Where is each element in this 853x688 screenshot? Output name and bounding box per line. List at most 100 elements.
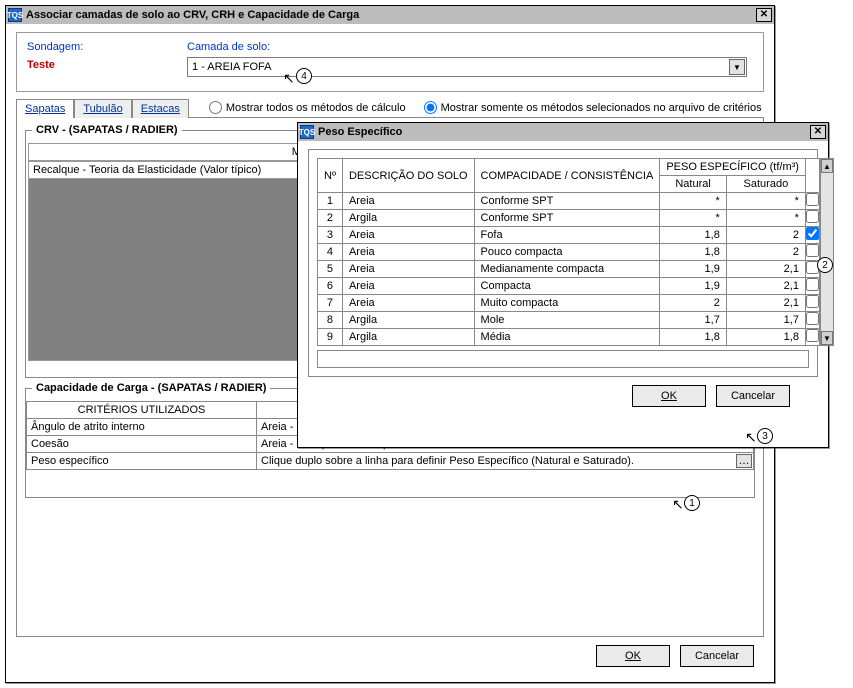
peso-row[interactable]: 8ArgilaMole1,71,7: [318, 312, 820, 329]
radio-show-selected-input[interactable]: [424, 101, 437, 114]
criteria-row-peso[interactable]: Peso específico Clique duplo sobre a lin…: [27, 453, 754, 470]
peso-cell-desc: Areia: [342, 278, 474, 295]
peso-row-checkbox[interactable]: [806, 227, 819, 240]
peso-row-checkbox[interactable]: [806, 312, 819, 325]
peso-cell-nat: 1,8: [660, 329, 727, 346]
col-comp: COMPACIDADE / CONSISTÊNCIA: [474, 159, 660, 193]
peso-cell-comp: Fofa: [474, 227, 660, 244]
peso-cell-chk[interactable]: [805, 193, 819, 210]
peso-scrollbar[interactable]: ▲ ▼: [820, 158, 834, 346]
peso-table: Nº DESCRIÇÃO DO SOLO COMPACIDADE / CONSI…: [317, 158, 820, 346]
peso-cell-nat: 1,8: [660, 227, 727, 244]
criteria-header: CRITÉRIOS UTILIZADOS: [27, 402, 257, 419]
peso-cell-chk[interactable]: [805, 227, 819, 244]
annotation-3: 3: [757, 428, 773, 444]
peso-cell-sat: 1,7: [726, 312, 805, 329]
peso-close-button[interactable]: ✕: [810, 125, 826, 139]
app-icon: TQS: [300, 125, 314, 139]
peso-cell-sat: *: [726, 210, 805, 227]
peso-footer-input[interactable]: [317, 350, 809, 368]
peso-row-checkbox[interactable]: [806, 210, 819, 223]
peso-ok-label: OK: [661, 390, 677, 402]
peso-row-checkbox[interactable]: [806, 193, 819, 206]
col-sat: Saturado: [726, 176, 805, 193]
main-ok-button[interactable]: OK: [596, 645, 670, 667]
app-icon: TQS: [8, 8, 22, 22]
peso-cell-n: 9: [318, 329, 343, 346]
radio-show-all-input[interactable]: [209, 101, 222, 114]
peso-cell-n: 1: [318, 193, 343, 210]
crit-peso-label: Peso específico: [27, 453, 257, 470]
peso-row-checkbox[interactable]: [806, 278, 819, 291]
peso-cell-desc: Argila: [342, 210, 474, 227]
peso-cell-desc: Areia: [342, 295, 474, 312]
peso-row[interactable]: 7AreiaMuito compacta22,1: [318, 295, 820, 312]
peso-cell-nat: 1,9: [660, 278, 727, 295]
peso-cell-comp: Conforme SPT: [474, 193, 660, 210]
peso-cell-desc: Areia: [342, 261, 474, 278]
peso-cell-chk[interactable]: [805, 295, 819, 312]
peso-cell-n: 2: [318, 210, 343, 227]
peso-row[interactable]: 5AreiaMedianamente compacta1,92,1: [318, 261, 820, 278]
peso-cell-desc: Areia: [342, 193, 474, 210]
peso-row[interactable]: 3AreiaFofa1,82: [318, 227, 820, 244]
main-title: Associar camadas de solo ao CRV, CRH e C…: [26, 9, 756, 21]
main-ok-label: OK: [625, 650, 641, 662]
peso-row[interactable]: 2ArgilaConforme SPT**: [318, 210, 820, 227]
peso-row[interactable]: 4AreiaPouco compacta1,82: [318, 244, 820, 261]
peso-cell-nat: *: [660, 193, 727, 210]
sondagem-panel: Sondagem: Teste Camada de solo: 1 - AREI…: [16, 32, 764, 92]
peso-row-checkbox[interactable]: [806, 295, 819, 308]
peso-cell-desc: Argila: [342, 329, 474, 346]
peso-cell-chk[interactable]: [805, 329, 819, 346]
annotation-1: 1: [684, 495, 700, 511]
col-nat: Natural: [660, 176, 727, 193]
peso-row-checkbox[interactable]: [806, 329, 819, 342]
peso-cell-n: 6: [318, 278, 343, 295]
peso-cell-nat: 1,8: [660, 244, 727, 261]
main-cancel-button[interactable]: Cancelar: [680, 645, 754, 667]
peso-row[interactable]: 1AreiaConforme SPT**: [318, 193, 820, 210]
peso-cancel-button[interactable]: Cancelar: [716, 385, 790, 407]
peso-cell-nat: 1,9: [660, 261, 727, 278]
peso-cell-sat: 2,1: [726, 295, 805, 312]
peso-titlebar: TQS Peso Específico ✕: [298, 123, 828, 141]
scroll-down-icon[interactable]: ▼: [821, 331, 833, 345]
crit-angulo-label: Ângulo de atrito interno: [27, 419, 257, 436]
scroll-up-icon[interactable]: ▲: [821, 159, 833, 173]
peso-cell-sat: 2,1: [726, 278, 805, 295]
camada-dropdown[interactable]: 1 - AREIA FOFA ▼: [187, 57, 747, 77]
peso-cell-chk[interactable]: [805, 312, 819, 329]
radio-show-all-label: Mostrar todos os métodos de cálculo: [226, 102, 406, 114]
peso-cell-n: 3: [318, 227, 343, 244]
radio-show-all[interactable]: Mostrar todos os métodos de cálculo: [209, 101, 406, 114]
main-close-button[interactable]: ✕: [756, 8, 772, 22]
peso-cell-comp: Mole: [474, 312, 660, 329]
tab-tubulao[interactable]: Tubulão: [74, 99, 131, 118]
col-grp: PESO ESPECÍFICO (tf/m³): [660, 159, 806, 176]
peso-cell-sat: *: [726, 193, 805, 210]
peso-ellipsis-button[interactable]: …: [736, 454, 752, 468]
peso-row[interactable]: 9ArgilaMédia1,81,8: [318, 329, 820, 346]
peso-cell-comp: Conforme SPT: [474, 210, 660, 227]
peso-cell-chk[interactable]: [805, 210, 819, 227]
peso-cell-comp: Média: [474, 329, 660, 346]
radio-show-selected[interactable]: Mostrar somente os métodos selecionados …: [424, 101, 762, 114]
crit-peso-value: Clique duplo sobre a linha para definir …: [261, 455, 634, 467]
peso-cell-chk[interactable]: [805, 244, 819, 261]
annotation-4: 4: [296, 68, 312, 84]
cap-group-title: Capacidade de Carga - (SAPATAS / RADIER): [32, 382, 270, 394]
tab-sapatas[interactable]: Sapatas: [16, 99, 74, 118]
dropdown-arrow-icon[interactable]: ▼: [729, 59, 745, 75]
crit-peso-value-cell[interactable]: Clique duplo sobre a linha para definir …: [257, 453, 754, 470]
tab-estacas[interactable]: Estacas: [132, 99, 189, 118]
peso-row[interactable]: 6AreiaCompacta1,92,1: [318, 278, 820, 295]
peso-cell-nat: *: [660, 210, 727, 227]
peso-cell-n: 4: [318, 244, 343, 261]
peso-ok-button[interactable]: OK: [632, 385, 706, 407]
col-desc: DESCRIÇÃO DO SOLO: [342, 159, 474, 193]
peso-row-checkbox[interactable]: [806, 244, 819, 257]
peso-cell-sat: 2,1: [726, 261, 805, 278]
peso-cell-desc: Argila: [342, 312, 474, 329]
peso-cell-chk[interactable]: [805, 278, 819, 295]
